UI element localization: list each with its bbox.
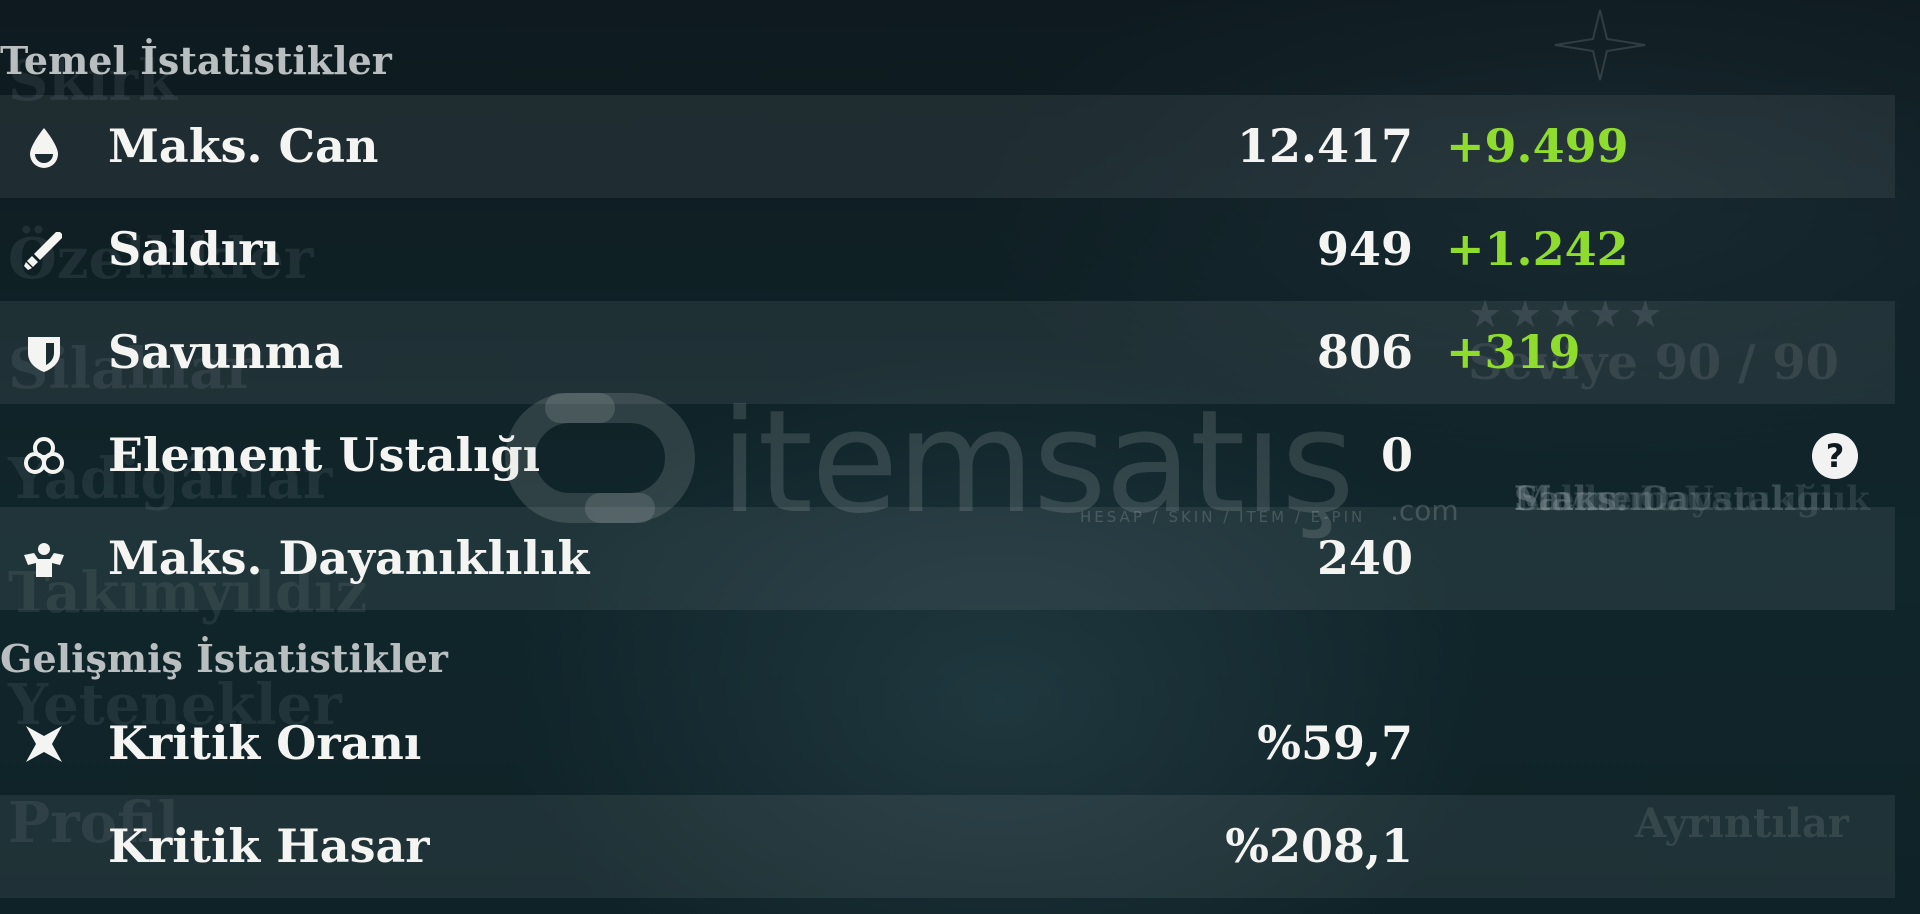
watermark-tagline: HESAP / SKIN / ITEM / E-PIN [1080, 508, 1366, 526]
watermark-logo-icon [505, 393, 695, 523]
elemental-mastery-icon [24, 437, 64, 474]
stat-label: Kritik Oranı [108, 716, 422, 770]
stamina-icon [24, 543, 64, 577]
compass-star-icon [1554, 9, 1646, 81]
stat-row-crit-rate: Kritik Oranı %59,7 [0, 692, 1895, 795]
hp-drop-icon [30, 128, 58, 168]
watermark-dotcom: .com [1390, 494, 1459, 527]
crit-rate-icon [26, 726, 62, 762]
stat-bonus: +319 [1446, 325, 1581, 379]
stat-row-crit-damage: Kritik Hasar %208,1 [0, 795, 1895, 898]
stat-bonus: +1.242 [1446, 222, 1629, 276]
stat-label: Saldırı [108, 222, 280, 276]
stat-label: Element Ustalığı [108, 428, 541, 482]
stat-value: %208,1 [1225, 819, 1413, 873]
stat-value: %59,7 [1257, 716, 1413, 770]
character-stats-screen: Skirk Özellikler Silahlar Yadigârlar Tak… [0, 0, 1920, 914]
advanced-stats-title: Gelişmiş İstatistikler [0, 636, 448, 681]
stat-value: 949 [1316, 222, 1413, 276]
stat-label: Maks. Can [108, 119, 379, 173]
help-button[interactable]: ? [1812, 433, 1858, 479]
stat-label: Savunma [108, 325, 344, 379]
stat-bonus: +9.499 [1446, 119, 1629, 173]
stat-row-attack: Saldırı 949 +1.242 [0, 198, 1895, 301]
stat-value: 12.417 [1236, 119, 1413, 173]
stat-row-max-hp: Maks. Can 12.417 +9.499 [0, 95, 1895, 198]
stat-label: Kritik Hasar [108, 819, 430, 873]
base-stats-title: Temel İstatistikler [0, 38, 392, 83]
shield-icon [28, 337, 60, 372]
watermark: itemsatış HESAP / SKIN / ITEM / E-PIN .c… [490, 380, 1459, 545]
sword-icon [24, 232, 62, 270]
